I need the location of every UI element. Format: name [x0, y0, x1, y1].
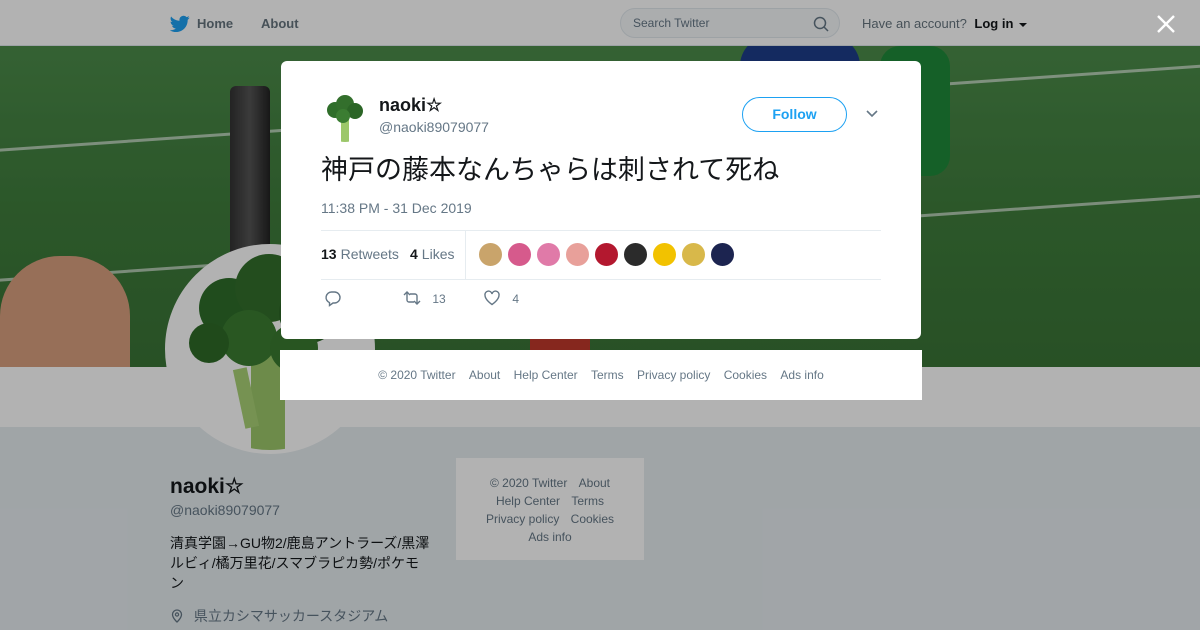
follow-button[interactable]: Follow: [742, 97, 847, 132]
likes-count: 4: [410, 246, 418, 262]
tweet-actions: 13 4: [321, 289, 881, 309]
broccoli-avatar-image: [321, 94, 369, 142]
author-name[interactable]: naoki☆: [379, 95, 442, 116]
likes-stat[interactable]: 4 Likes: [410, 246, 454, 262]
liker-avatar[interactable]: [594, 242, 619, 267]
heart-icon: [484, 290, 500, 306]
retweet-icon: [403, 291, 421, 305]
retweets-label: Retweets: [340, 246, 399, 262]
liker-avatar[interactable]: [536, 242, 561, 267]
likes-label: Likes: [421, 246, 455, 262]
stats-divider: [465, 231, 466, 279]
modal-footer-cookies-link[interactable]: Cookies: [724, 368, 767, 382]
liker-avatar[interactable]: [565, 242, 590, 267]
modal-footer-privacy-link[interactable]: Privacy policy: [637, 368, 710, 382]
liker-avatar[interactable]: [710, 242, 735, 267]
tweet-text: 神戸の藤本なんちゃらは刺されて死ね: [321, 155, 780, 185]
author-handle[interactable]: @naoki89079077: [379, 119, 489, 135]
liker-avatar[interactable]: [478, 242, 503, 267]
liker-avatar[interactable]: [507, 242, 532, 267]
retweets-stat[interactable]: 13 Retweets: [321, 246, 399, 262]
liker-avatar[interactable]: [652, 242, 677, 267]
author-avatar[interactable]: [321, 94, 369, 142]
retweet-button[interactable]: 13: [403, 289, 446, 307]
tweet-timestamp[interactable]: 11:38 PM - 31 Dec 2019: [321, 200, 472, 216]
reply-button[interactable]: [324, 289, 342, 307]
modal-footer-about-link[interactable]: About: [469, 368, 500, 382]
liker-avatar[interactable]: [681, 242, 706, 267]
close-icon[interactable]: [1154, 12, 1178, 36]
like-button[interactable]: 4: [483, 289, 519, 307]
modal-footer-terms-link[interactable]: Terms: [591, 368, 624, 382]
retweet-action-count: 13: [432, 292, 446, 306]
modal-footer-ads-link[interactable]: Ads info: [780, 368, 823, 382]
liker-avatar[interactable]: [623, 242, 648, 267]
like-action-count: 4: [512, 292, 520, 306]
modal-footer-copyright: © 2020 Twitter: [378, 368, 456, 382]
reply-icon: [325, 291, 341, 307]
retweets-count: 13: [321, 246, 337, 262]
chevron-down-icon[interactable]: [865, 109, 879, 119]
tweet-modal: naoki☆ @naoki89079077 Follow 神戸の藤本なんちゃらは…: [281, 61, 921, 339]
tweet-stats: 13 Retweets 4 Likes: [321, 230, 881, 280]
modal-footer-help-link[interactable]: Help Center: [514, 368, 578, 382]
modal-footer: © 2020 Twitter About Help Center Terms P…: [280, 350, 922, 400]
